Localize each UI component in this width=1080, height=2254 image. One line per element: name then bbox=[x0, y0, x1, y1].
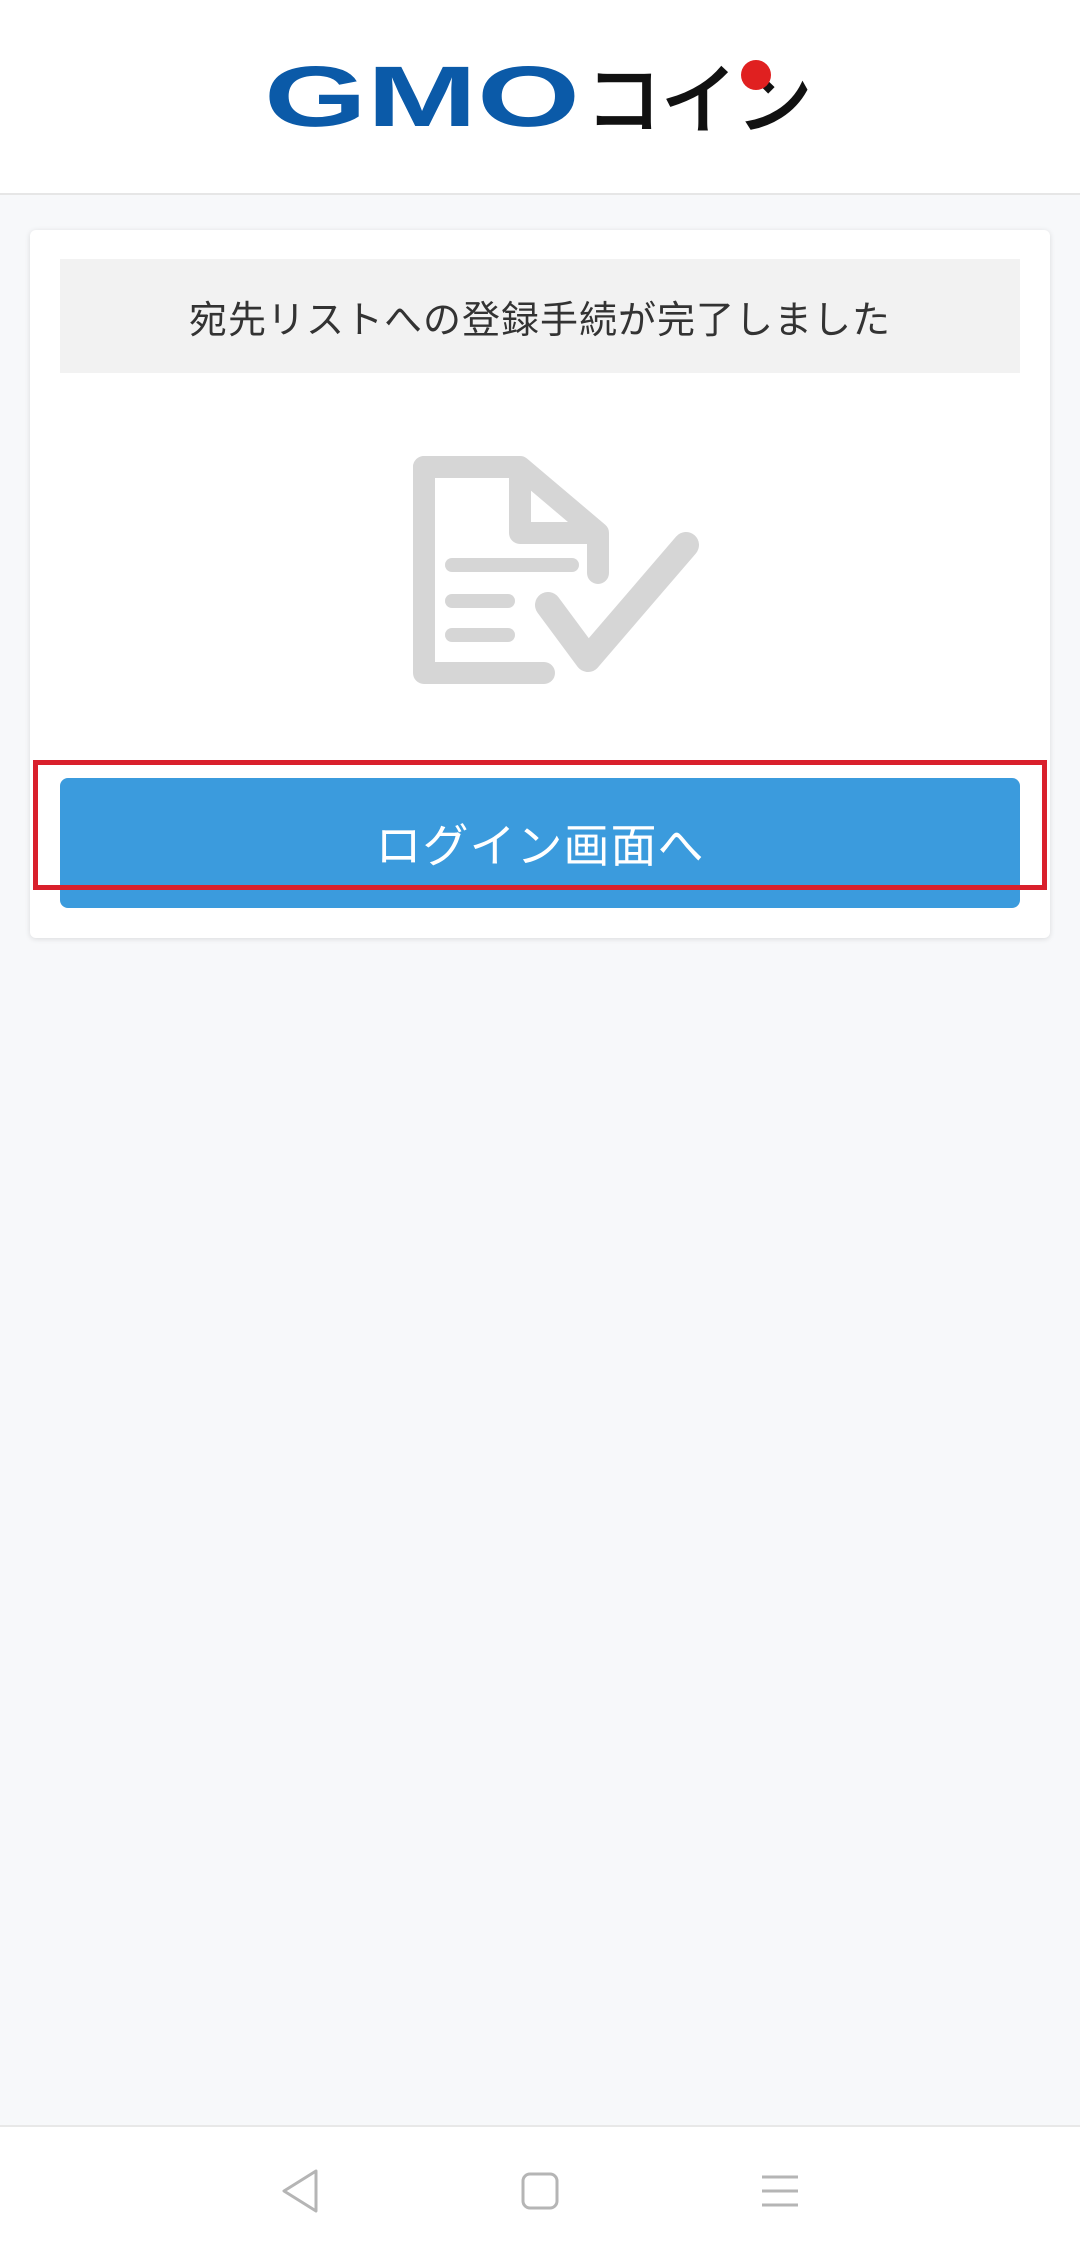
gmo-coin-logo: GMO コイン bbox=[264, 57, 816, 137]
logo-coin-text: コイン bbox=[586, 57, 812, 137]
completion-card: 宛先リストへの登録手続が完了しました ログイン画面へ bbox=[30, 230, 1050, 938]
logo-red-dot-icon bbox=[741, 59, 771, 90]
highlight-frame bbox=[33, 760, 1047, 890]
message-box: 宛先リストへの登録手続が完了しました bbox=[60, 259, 1020, 373]
menu-lines-icon bbox=[762, 2175, 798, 2206]
gmo-logo-icon: GMO bbox=[264, 60, 580, 134]
back-triangle-icon bbox=[282, 2169, 318, 2212]
logo-gmo-text: GMO bbox=[264, 60, 580, 134]
document-check-icon bbox=[413, 456, 699, 684]
home-square-icon bbox=[521, 2172, 559, 2209]
system-nav-bar bbox=[0, 2125, 1080, 2254]
nav-back-button[interactable] bbox=[260, 2151, 340, 2231]
nav-home-button[interactable] bbox=[500, 2151, 580, 2231]
nav-menu-button[interactable] bbox=[740, 2151, 820, 2231]
completion-message: 宛先リストへの登録手続が完了しました bbox=[188, 297, 891, 342]
app-header: GMO コイン bbox=[0, 0, 1080, 195]
coin-logo-icon: コイン bbox=[586, 57, 812, 137]
